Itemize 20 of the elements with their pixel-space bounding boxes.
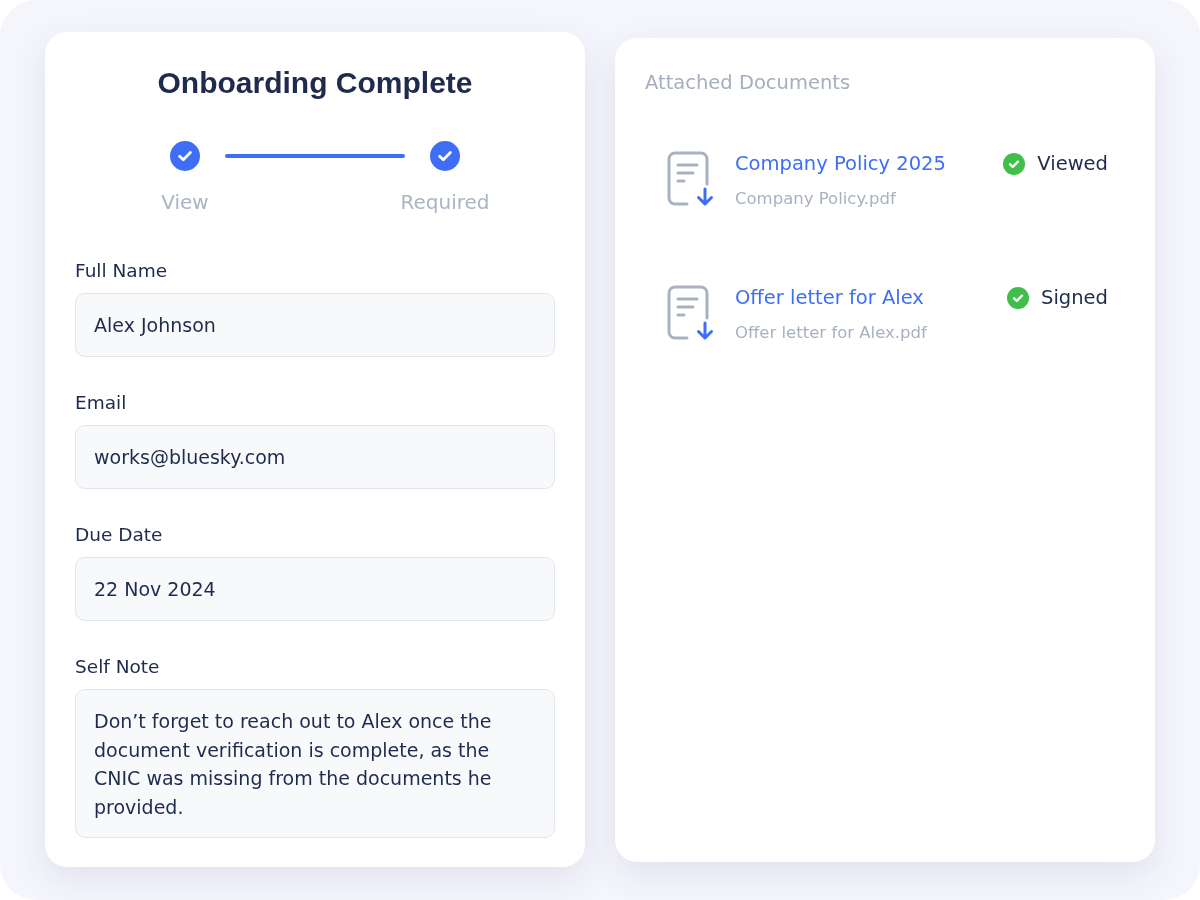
file-name: Company Policy.pdf — [735, 188, 896, 210]
step-label: Required — [400, 190, 490, 214]
file-name: Offer letter for Alex.pdf — [735, 322, 927, 344]
field-label: Self Note — [75, 655, 160, 679]
step-label: View — [161, 190, 209, 214]
field-label: Full Name — [75, 259, 168, 283]
field-label: Due Date — [75, 523, 163, 547]
document-link[interactable]: Company Policy 2025 — [735, 151, 946, 177]
status-label: Viewed — [1037, 151, 1108, 177]
document-link[interactable]: Offer letter for Alex — [735, 285, 924, 311]
document-download-icon — [667, 285, 715, 341]
input-field[interactable]: works@bluesky.com — [75, 425, 555, 489]
section-heading: Attached Documents — [645, 71, 852, 95]
note-field[interactable]: Don’t forget to reach out to Alex once the document verification is complete, as the CNIC was missing from the documents he provided. — [75, 689, 555, 838]
input-field[interactable]: 22 Nov 2024 — [75, 557, 555, 621]
card-title: Onboarding Complete — [156, 66, 474, 100]
input-field[interactable]: Alex Johnson — [75, 293, 555, 357]
status-label: Signed — [1041, 285, 1108, 311]
document-download-icon — [667, 151, 715, 207]
field-label: Email — [75, 391, 127, 415]
